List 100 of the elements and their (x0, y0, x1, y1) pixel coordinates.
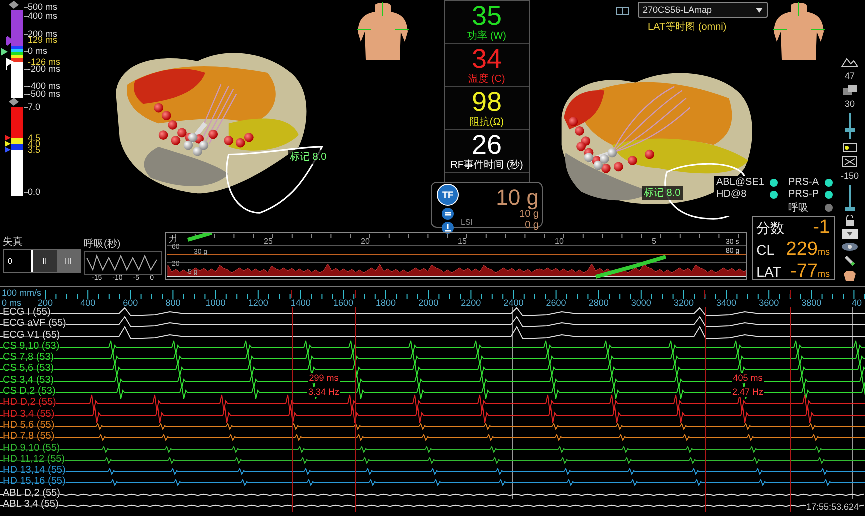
scale-label: 3.5 (28, 145, 41, 155)
channel-label[interactable]: ECG V1 (55) (3, 330, 60, 341)
time-label: 2800 (588, 298, 609, 307)
scissors-icon[interactable] (842, 156, 858, 168)
channel-label[interactable]: HD 9,10 (55) (3, 442, 60, 454)
distortion-segment[interactable]: 0 (4, 250, 32, 272)
pen-icon[interactable] (844, 255, 856, 267)
time-label: 1000 (206, 298, 226, 307)
caliper[interactable]: 405 ms 2.47 Hz (705, 307, 791, 512)
torso-icon[interactable] (355, 2, 411, 62)
distortion-segment[interactable]: II (31, 250, 57, 272)
vital-value: 26 (472, 131, 502, 160)
map-select[interactable]: 270CS56-LAmap (638, 2, 768, 18)
status-label: PRS-P (788, 189, 819, 200)
torso-icon[interactable] (843, 270, 857, 282)
channel-label[interactable]: HD 11,12 (55) (3, 454, 66, 465)
dropdown-icon[interactable] (842, 229, 858, 239)
caliper-interval: 299 ms (308, 373, 340, 383)
slider-icon[interactable] (843, 112, 857, 140)
pointer-icon[interactable] (1, 48, 8, 56)
axis-label: 10 (555, 237, 564, 246)
chart-title: 力 (169, 235, 177, 244)
score-value: -77ms (790, 261, 830, 283)
status-label: PRS-A (788, 177, 819, 188)
score-value: 229ms (786, 239, 830, 261)
time-label: 3200 (674, 298, 694, 307)
channel-label[interactable]: HD 5,6 (55) (3, 420, 55, 431)
map-type-label: LAT等时图 (omni) (648, 20, 727, 34)
channel-label[interactable]: ECG I (55) (3, 307, 51, 318)
vital-label: 温度 (C) (468, 74, 506, 85)
time-label: 2000 (418, 298, 439, 307)
channel-label[interactable]: CS 7,8 (53) (3, 352, 54, 364)
vital-value: 98 (472, 88, 502, 117)
time-label: 400 (80, 298, 96, 307)
slider-icon[interactable] (843, 184, 857, 212)
light-icon[interactable] (842, 143, 858, 153)
time-label: 2400 (504, 298, 524, 307)
eye-icon[interactable] (841, 242, 859, 252)
score-label: LAT (756, 264, 782, 280)
force-reading: 0 g (524, 220, 539, 231)
marker-label: 标记 8.0 (288, 150, 329, 164)
channel-label[interactable]: HD 3,4 (55) (3, 408, 55, 420)
toolbar-value: 30 (844, 99, 855, 109)
caliper[interactable]: 299 ms 3.34 Hz (292, 307, 356, 512)
scale-label: 0.0 (28, 187, 41, 197)
vital-value: 35 (472, 2, 502, 31)
distortion-segment[interactable]: III (56, 250, 80, 272)
time-label: 3600 (759, 298, 780, 307)
time-label: 2600 (546, 298, 566, 307)
timestamp: 17:55:53.624 (806, 502, 859, 512)
time-label: 40 (852, 298, 862, 307)
score-value: -1 (813, 217, 830, 239)
lock-icon[interactable] (845, 215, 855, 226)
time-label: 2200 (461, 298, 482, 307)
vital-value: 34 (472, 45, 502, 74)
scale-label: -400 ms (28, 81, 61, 91)
scale-label: 500 ms (28, 2, 58, 12)
status-label: HD@8 (716, 189, 747, 200)
contact-icon (442, 222, 454, 234)
vital-label: 阻抗(Ω) (470, 117, 504, 128)
axis-label: 20 (361, 237, 370, 246)
score-label: CL (756, 242, 775, 258)
scale-label: 4.5 (28, 133, 41, 143)
channel-label[interactable]: CS 3,4 (53) (3, 374, 54, 386)
scale-label: -126 ms (28, 57, 61, 67)
caliper-rate: 2.47 Hz (731, 387, 765, 397)
scale-label: 400 ms (28, 11, 58, 21)
channel-label[interactable]: CS D,2 (53) (3, 386, 56, 398)
scale-label: 0 ms (28, 46, 48, 56)
channel-label[interactable]: ECG aVF (55) (3, 318, 66, 330)
axis-label: 25 (264, 237, 273, 246)
time-label: 1600 (333, 298, 354, 307)
channel-label[interactable]: HD 15,16 (55) (3, 476, 66, 488)
caliper-rate: 3.34 Hz (307, 387, 341, 397)
sweep-speed: 100 mm/s (2, 288, 42, 298)
mountain-icon[interactable] (841, 56, 859, 68)
layout-icon[interactable] (616, 7, 630, 17)
layers-icon[interactable] (842, 84, 858, 96)
scale-label: 7.0 (28, 102, 41, 112)
channel-label[interactable]: ABL 3,4 (55) (3, 499, 59, 510)
distortion-title: 失真 (3, 237, 24, 249)
force-badge: TF (437, 184, 459, 206)
time-label: 3000 (631, 298, 652, 307)
status-label: ABL@SE1 (716, 177, 764, 188)
vital-label: RF事件时间 (秒) (450, 160, 524, 171)
channel-label[interactable]: HD 7,8 (55) (3, 431, 55, 442)
channel-label[interactable]: ABL D,2 (55) (3, 488, 60, 499)
channel-label[interactable]: CS 9,10 (53) (3, 340, 60, 352)
time-label: 0 ms (2, 298, 22, 307)
channel-label[interactable]: HD D,2 (55) (3, 397, 56, 408)
status-label: 呼吸 (788, 202, 808, 215)
toolbar-value: 47 (844, 71, 855, 81)
force-value: 10 g (495, 187, 539, 209)
channel-label[interactable]: HD 13,14 (55) (3, 465, 66, 476)
force-reading: 10 g (520, 209, 539, 220)
time-label: 3800 (802, 298, 822, 307)
torso-icon[interactable] (771, 2, 827, 62)
marker-label: 标记 8.0 (642, 186, 683, 200)
time-label: 1200 (248, 298, 268, 307)
channel-label[interactable]: CS 5,6 (53) (3, 363, 54, 374)
